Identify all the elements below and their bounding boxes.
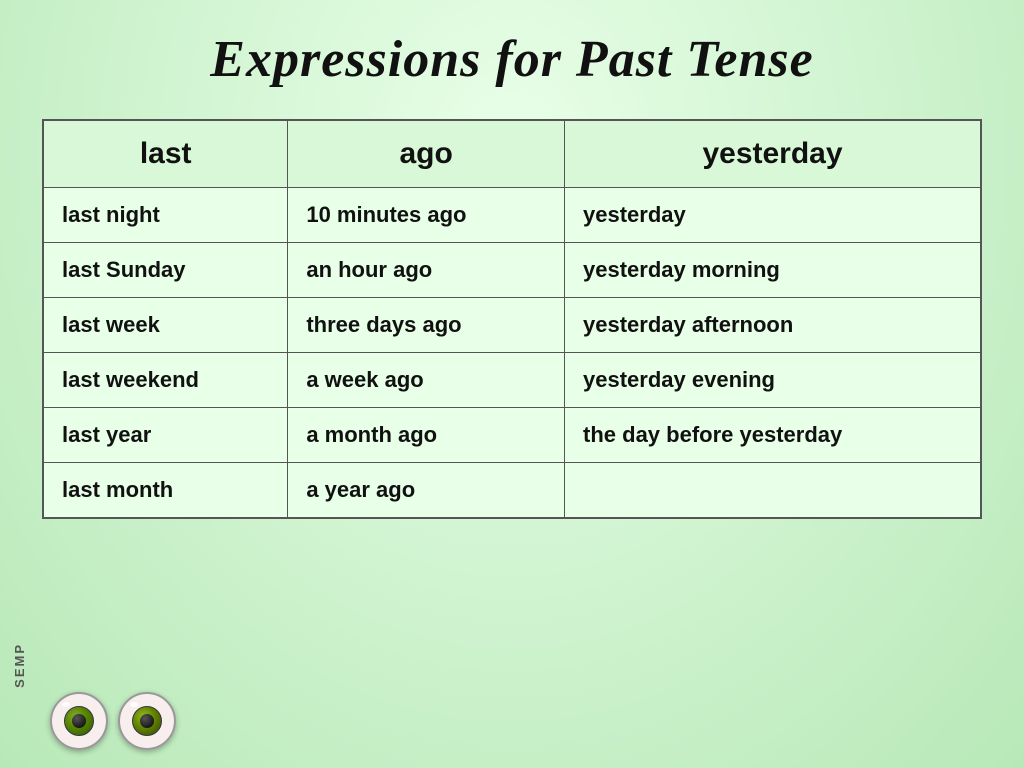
- table-cell-r0-c2: yesterday: [565, 188, 981, 243]
- col-header-yesterday: yesterday: [565, 120, 981, 188]
- col-header-ago: ago: [288, 120, 565, 188]
- table-row: last weekenda week agoyesterday evening: [43, 353, 981, 408]
- table-row: last Sundayan hour agoyesterday morning: [43, 243, 981, 298]
- table-cell-r3-c0: last weekend: [43, 353, 288, 408]
- table-cell-r3-c1: a week ago: [288, 353, 565, 408]
- table-cell-r0-c1: 10 minutes ago: [288, 188, 565, 243]
- table-cell-r5-c2: [565, 463, 981, 519]
- table-cell-r4-c2: the day before yesterday: [565, 408, 981, 463]
- page-title: Expressions for Past Tense: [210, 30, 813, 89]
- table-cell-r2-c1: three days ago: [288, 298, 565, 353]
- expressions-table: last ago yesterday last night10 minutes …: [42, 119, 982, 519]
- table-cell-r2-c0: last week: [43, 298, 288, 353]
- col-header-last: last: [43, 120, 288, 188]
- table-cell-r1-c0: last Sunday: [43, 243, 288, 298]
- table-row: last montha year ago: [43, 463, 981, 519]
- table-cell-r5-c1: a year ago: [288, 463, 565, 519]
- eye-right-highlight: [130, 702, 138, 707]
- table-cell-r1-c1: an hour ago: [288, 243, 565, 298]
- table-row: last night10 minutes agoyesterday: [43, 188, 981, 243]
- table-cell-r5-c0: last month: [43, 463, 288, 519]
- eye-left-iris: [64, 706, 94, 736]
- table-row: last yeara month agothe day before yeste…: [43, 408, 981, 463]
- main-table-wrapper: last ago yesterday last night10 minutes …: [42, 119, 982, 519]
- eye-left: [50, 692, 108, 750]
- table-cell-r4-c1: a month ago: [288, 408, 565, 463]
- eyes-decoration: [50, 692, 176, 750]
- table-cell-r4-c0: last year: [43, 408, 288, 463]
- table-cell-r2-c2: yesterday afternoon: [565, 298, 981, 353]
- table-header-row: last ago yesterday: [43, 120, 981, 188]
- eye-left-highlight: [62, 702, 70, 707]
- eye-right: [118, 692, 176, 750]
- table-cell-r3-c2: yesterday evening: [565, 353, 981, 408]
- watermark-label: SEMP: [12, 643, 27, 688]
- table-cell-r0-c0: last night: [43, 188, 288, 243]
- table-row: last weekthree days agoyesterday afterno…: [43, 298, 981, 353]
- eye-right-iris: [132, 706, 162, 736]
- table-cell-r1-c2: yesterday morning: [565, 243, 981, 298]
